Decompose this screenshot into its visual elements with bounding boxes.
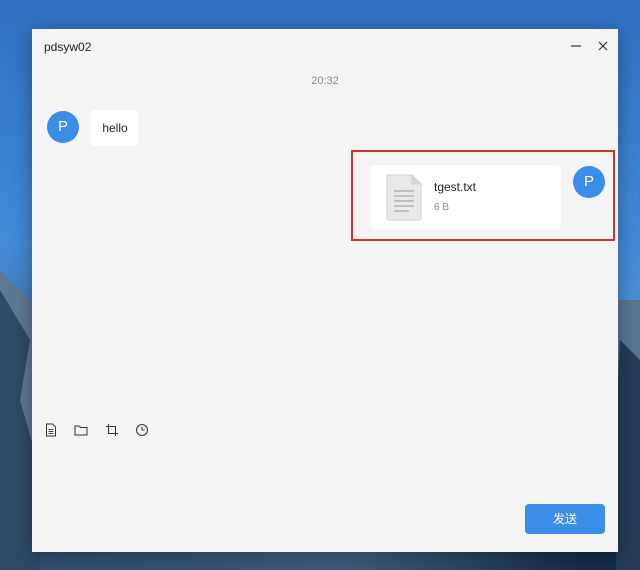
- file-message-card[interactable]: tgest.txt 6 B: [371, 165, 561, 229]
- title-bar: pdsyw02: [32, 29, 618, 65]
- file-name: tgest.txt: [434, 180, 477, 194]
- send-folder-button[interactable]: [74, 423, 88, 437]
- avatar[interactable]: P: [47, 111, 79, 143]
- file-size: 6 B: [434, 202, 450, 213]
- avatar[interactable]: P: [573, 166, 605, 198]
- chat-window: pdsyw02 20:32 P hello tgest.txt 6 B P 发送: [32, 29, 618, 552]
- close-icon: [598, 41, 608, 51]
- clock-icon: [136, 424, 148, 436]
- window-title: pdsyw02: [44, 40, 92, 54]
- message-bubble-text: hello: [91, 110, 139, 146]
- send-file-button[interactable]: [44, 423, 58, 437]
- close-button[interactable]: [594, 37, 612, 55]
- minimize-icon: [571, 45, 581, 47]
- history-button[interactable]: [135, 423, 149, 437]
- message-timestamp: 20:32: [311, 75, 339, 87]
- document-icon: [46, 423, 56, 437]
- wallpaper-mountain-right: [616, 300, 640, 570]
- minimize-button[interactable]: [567, 37, 585, 55]
- text-file-icon: [386, 174, 422, 221]
- crop-icon: [106, 424, 118, 436]
- screenshot-button[interactable]: [105, 423, 119, 437]
- send-button[interactable]: 发送: [525, 504, 605, 534]
- folder-icon: [74, 425, 88, 436]
